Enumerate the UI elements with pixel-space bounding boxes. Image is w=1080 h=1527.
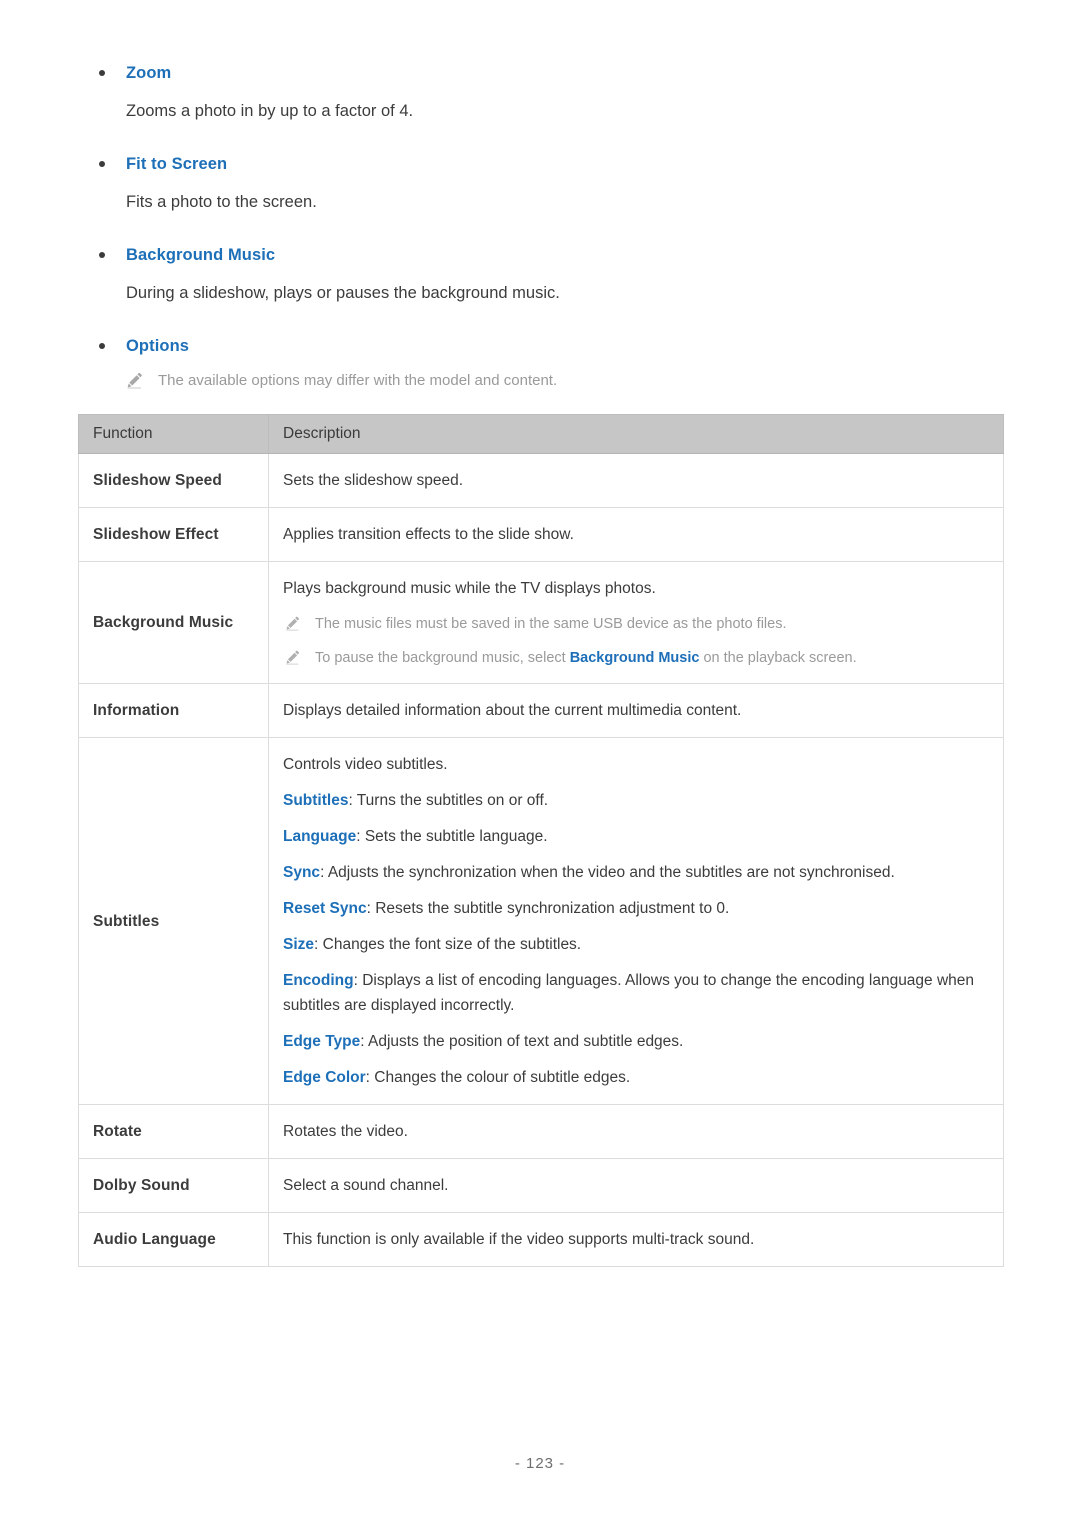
row-function-label[interactable]: Information (78, 683, 269, 738)
desc-sub-item: Subtitles: Turns the subtitles on or off… (283, 788, 989, 813)
pencil-icon (127, 372, 142, 389)
desc-text: Controls video subtitles. (283, 756, 448, 773)
table-row: Background Music Plays background music … (78, 561, 1004, 684)
sub-item-text: : Sets the subtitle language. (356, 828, 548, 845)
table-row: Slideshow Effect Applies transition effe… (78, 507, 1004, 562)
row-description: Select a sound channel. (268, 1158, 1004, 1213)
desc-sub-item: Reset Sync: Resets the subtitle synchron… (283, 896, 989, 921)
desc-text: Select a sound channel. (283, 1177, 449, 1194)
desc-text: Rotates the video. (283, 1123, 408, 1140)
feature-title: Fit to Screen (126, 155, 228, 173)
feature-item-zoom: Zoom Zooms a photo in by up to a factor … (78, 62, 1006, 123)
table-row: Dolby Sound Select a sound channel. (78, 1158, 1004, 1213)
note-keyword-background-music[interactable]: Background Music (570, 650, 700, 666)
desc-text: Sets the slideshow speed. (283, 472, 464, 489)
feature-description: During a slideshow, plays or pauses the … (126, 284, 560, 302)
desc-sub-item: Language: Sets the subtitle language. (283, 824, 989, 849)
feature-description: Zooms a photo in by up to a factor of 4. (126, 102, 414, 120)
feature-heading: Background Music (78, 244, 1006, 267)
desc-sub-item: Sync: Adjusts the synchronization when t… (283, 860, 989, 885)
row-function-label[interactable]: Background Music (78, 561, 269, 684)
feature-item-options: Options (78, 335, 1006, 358)
page-number: - 123 - (514, 1455, 566, 1472)
table-body: Slideshow Speed Sets the slideshow speed… (78, 453, 1004, 1267)
sub-item-text: : Changes the font size of the subtitles… (314, 936, 582, 953)
sub-item-keyword[interactable]: Sync (283, 864, 320, 881)
bullet-dot-icon (99, 70, 105, 76)
feature-description: Fits a photo to the screen. (126, 193, 317, 211)
sub-item-keyword[interactable]: Subtitles (283, 792, 348, 809)
row-description: This function is only available if the v… (268, 1212, 1004, 1267)
bullet-dot-icon (99, 161, 105, 167)
desc-note: The music files must be saved in the sam… (283, 613, 989, 635)
options-table: Function Description Slideshow Speed Set… (78, 414, 1004, 1267)
table-row: Rotate Rotates the video. (78, 1104, 1004, 1159)
feature-item-background-music: Background Music During a slideshow, pla… (78, 244, 1006, 305)
row-function-label[interactable]: Rotate (78, 1104, 269, 1159)
sub-item-keyword[interactable]: Reset Sync (283, 900, 367, 917)
column-header-function: Function (78, 414, 269, 454)
sub-item-keyword[interactable]: Edge Type (283, 1033, 360, 1050)
row-function-label[interactable]: Subtitles (78, 737, 269, 1105)
note-text-pre: To pause the background music, select (315, 650, 570, 666)
sub-item-text: : Resets the subtitle synchronization ad… (366, 900, 730, 917)
desc-note: To pause the background music, select Ba… (283, 647, 989, 669)
row-function-label[interactable]: Slideshow Speed (78, 453, 269, 508)
desc-text: This function is only available if the v… (283, 1231, 755, 1248)
desc-sub-item: Edge Color: Changes the colour of subtit… (283, 1065, 989, 1090)
row-description: Rotates the video. (268, 1104, 1004, 1159)
sub-item-text: : Changes the colour of subtitle edges. (365, 1069, 631, 1086)
feature-list: Zoom Zooms a photo in by up to a factor … (78, 62, 1006, 358)
row-description: Controls video subtitles. Subtitles: Tur… (268, 737, 1004, 1105)
sub-item-text: : Adjusts the synchronization when the v… (320, 864, 895, 881)
bullet-dot-icon (99, 343, 105, 349)
desc-sub-item: Encoding: Displays a list of encoding la… (283, 968, 989, 1018)
feature-title: Options (126, 337, 190, 355)
sub-item-keyword[interactable]: Encoding (283, 972, 354, 989)
desc-sub-item: Size: Changes the font size of the subti… (283, 932, 989, 957)
desc-sub-item: Edge Type: Adjusts the position of text … (283, 1029, 989, 1054)
pencil-icon (286, 650, 300, 665)
bullet-dot-icon (99, 252, 105, 258)
feature-heading: Options (78, 335, 1006, 358)
table-row: Audio Language This function is only ava… (78, 1212, 1004, 1267)
column-header-description: Description (268, 414, 1004, 454)
sub-item-keyword[interactable]: Edge Color (283, 1069, 366, 1086)
feature-title: Zoom (126, 64, 172, 82)
options-note: The available options may differ with th… (110, 370, 990, 392)
note-text-post: on the playback screen. (699, 650, 857, 666)
table-header: Function Description (78, 414, 1004, 454)
row-description: Plays background music while the TV disp… (268, 561, 1004, 684)
table-row: Subtitles Controls video subtitles. Subt… (78, 737, 1004, 1105)
row-function-label[interactable]: Dolby Sound (78, 1158, 269, 1213)
table-row: Information Displays detailed informatio… (78, 683, 1004, 738)
sub-item-keyword[interactable]: Size (283, 936, 314, 953)
desc-text: Applies transition effects to the slide … (283, 526, 574, 543)
sub-item-text: : Turns the subtitles on or off. (348, 792, 549, 809)
row-function-label[interactable]: Audio Language (78, 1212, 269, 1267)
sub-item-text: : Adjusts the position of text and subti… (360, 1033, 684, 1050)
row-description: Applies transition effects to the slide … (268, 507, 1004, 562)
feature-title: Background Music (126, 246, 276, 264)
sub-item-keyword[interactable]: Language (283, 828, 356, 845)
feature-heading: Zoom (78, 62, 1006, 85)
desc-text: Displays detailed information about the … (283, 702, 742, 719)
pencil-icon (286, 616, 300, 631)
manual-page: Zoom Zooms a photo in by up to a factor … (0, 0, 1080, 1527)
sub-item-text: : Displays a list of encoding languages.… (283, 972, 975, 1014)
note-line: The available options may differ with th… (110, 370, 990, 392)
desc-text: Plays background music while the TV disp… (283, 580, 656, 597)
row-description: Displays detailed information about the … (268, 683, 1004, 738)
table-header-row: Function Description (78, 414, 1004, 454)
feature-item-fit-to-screen: Fit to Screen Fits a photo to the screen… (78, 153, 1006, 214)
page-footer: - 123 - (0, 1455, 1080, 1472)
note-text: The available options may differ with th… (158, 372, 558, 389)
feature-heading: Fit to Screen (78, 153, 1006, 176)
row-function-label[interactable]: Slideshow Effect (78, 507, 269, 562)
row-description: Sets the slideshow speed. (268, 453, 1004, 508)
note-text: The music files must be saved in the sam… (315, 616, 787, 632)
table-row: Slideshow Speed Sets the slideshow speed… (78, 453, 1004, 508)
